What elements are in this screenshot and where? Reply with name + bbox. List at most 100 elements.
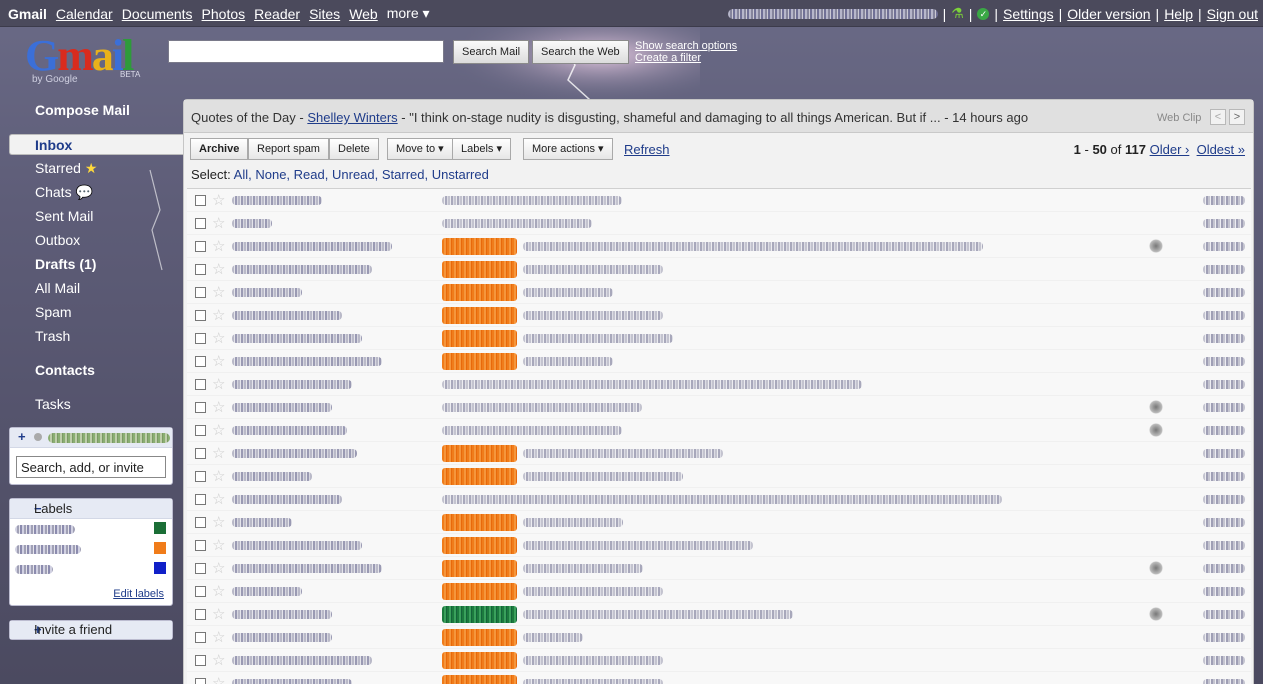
sidebar-item-chats[interactable]: Chats 💬 [35,184,93,201]
chat-search-input[interactable] [16,456,166,478]
help-link[interactable]: Help [1164,6,1193,22]
edit-labels-link[interactable]: Edit labels [113,588,164,600]
message-checkbox[interactable] [195,517,206,528]
sidebar-item-outbox[interactable]: Outbox [35,232,80,248]
message-checkbox[interactable] [195,287,206,298]
label-item[interactable] [15,562,170,576]
sidebar-item-all-mail[interactable]: All Mail [35,280,80,296]
sidebar-item-drafts[interactable]: Drafts (1) [35,256,96,272]
labs-flask-icon[interactable]: ⚗ [951,5,964,22]
nav-link-reader[interactable]: Reader [254,6,300,22]
star-toggle-icon[interactable]: ☆ [212,444,225,462]
message-checkbox[interactable] [195,609,206,620]
label-item[interactable] [15,522,170,536]
nav-link-calendar[interactable]: Calendar [56,6,113,22]
select-unread-link[interactable]: Unread, [332,167,378,182]
table-row[interactable]: ☆ [187,281,1251,304]
older-version-link[interactable]: Older version [1067,6,1150,22]
star-toggle-icon[interactable]: ☆ [212,398,225,416]
star-toggle-icon[interactable]: ☆ [212,329,225,347]
gmail-brand-link[interactable]: Gmail [8,6,47,22]
star-toggle-icon[interactable]: ☆ [212,582,225,600]
select-all-link[interactable]: All, [234,167,252,182]
create-filter-link[interactable]: Create a filter [635,52,737,64]
sidebar-item-spam[interactable]: Spam [35,304,72,320]
message-label-tag[interactable] [442,468,517,485]
nav-link-sites[interactable]: Sites [309,6,340,22]
table-row[interactable]: ☆ [187,258,1251,281]
star-toggle-icon[interactable]: ☆ [212,674,225,684]
sidebar-item-contacts[interactable]: Contacts [35,362,95,378]
invite-panel[interactable]: + Invite a friend [9,620,173,640]
star-toggle-icon[interactable]: ☆ [212,375,225,393]
label-color-swatch[interactable] [154,562,166,574]
star-toggle-icon[interactable]: ☆ [212,283,225,301]
message-label-tag[interactable] [442,307,517,324]
message-checkbox[interactable] [195,494,206,505]
table-row[interactable]: ☆ [187,419,1251,442]
star-toggle-icon[interactable]: ☆ [212,513,225,531]
table-row[interactable]: ☆ [187,373,1251,396]
settings-link[interactable]: Settings [1003,6,1054,22]
message-checkbox[interactable] [195,586,206,597]
sign-out-link[interactable]: Sign out [1207,6,1258,22]
message-label-tag[interactable] [442,514,517,531]
archive-button[interactable]: Archive [190,138,249,160]
table-row[interactable]: ☆ [187,557,1251,580]
table-row[interactable]: ☆ [187,580,1251,603]
oldest-link[interactable]: Oldest » [1197,142,1245,157]
web-clip-source-link[interactable]: Shelley Winters [307,110,397,125]
message-label-tag[interactable] [442,583,517,600]
message-label-tag[interactable] [442,560,517,577]
table-row[interactable]: ☆ [187,534,1251,557]
message-label-tag[interactable] [442,330,517,347]
star-toggle-icon[interactable]: ☆ [212,191,225,209]
star-toggle-icon[interactable]: ☆ [212,628,225,646]
status-check-icon[interactable]: ✓ [977,7,990,20]
expand-icon[interactable]: + [18,429,26,444]
older-link[interactable]: Older › [1150,142,1190,157]
message-label-tag[interactable] [442,652,517,669]
message-label-tag[interactable] [442,261,517,278]
table-row[interactable]: ☆ [187,649,1251,672]
search-web-button[interactable]: Search the Web [532,40,629,64]
sidebar-item-sent[interactable]: Sent Mail [35,208,93,224]
star-toggle-icon[interactable]: ☆ [212,421,225,439]
star-toggle-icon[interactable]: ☆ [212,605,225,623]
compose-mail-link[interactable]: Compose Mail [35,102,130,118]
message-checkbox[interactable] [195,678,206,684]
sidebar-item-inbox[interactable]: Inbox [9,134,183,155]
nav-more-menu[interactable]: more ▾ [387,5,430,22]
web-clip-next-button[interactable]: > [1229,109,1245,125]
message-checkbox[interactable] [195,195,206,206]
message-checkbox[interactable] [195,402,206,413]
message-checkbox[interactable] [195,310,206,321]
message-label-tag[interactable] [442,537,517,554]
more-actions-dropdown[interactable]: More actions ▾ [523,138,613,160]
table-row[interactable]: ☆ [187,189,1251,212]
message-label-tag[interactable] [442,445,517,462]
select-read-link[interactable]: Read, [294,167,329,182]
message-label-tag[interactable] [442,353,517,370]
message-checkbox[interactable] [195,425,206,436]
table-row[interactable]: ☆ [187,465,1251,488]
message-checkbox[interactable] [195,563,206,574]
search-input[interactable] [168,40,444,63]
nav-link-documents[interactable]: Documents [122,6,193,22]
table-row[interactable]: ☆ [187,212,1251,235]
table-row[interactable]: ☆ [187,396,1251,419]
nav-link-photos[interactable]: Photos [202,6,246,22]
label-item[interactable] [15,542,170,556]
message-label-tag[interactable] [442,675,517,684]
search-mail-button[interactable]: Search Mail [453,40,530,64]
star-toggle-icon[interactable]: ☆ [212,490,225,508]
select-none-link[interactable]: None, [255,167,290,182]
message-checkbox[interactable] [195,540,206,551]
label-color-swatch[interactable] [154,522,166,534]
table-row[interactable]: ☆ [187,603,1251,626]
table-row[interactable]: ☆ [187,626,1251,649]
report-spam-button[interactable]: Report spam [248,138,329,160]
star-toggle-icon[interactable]: ☆ [212,352,225,370]
show-search-options-link[interactable]: Show search options [635,40,737,52]
status-dot-icon[interactable] [34,433,42,441]
